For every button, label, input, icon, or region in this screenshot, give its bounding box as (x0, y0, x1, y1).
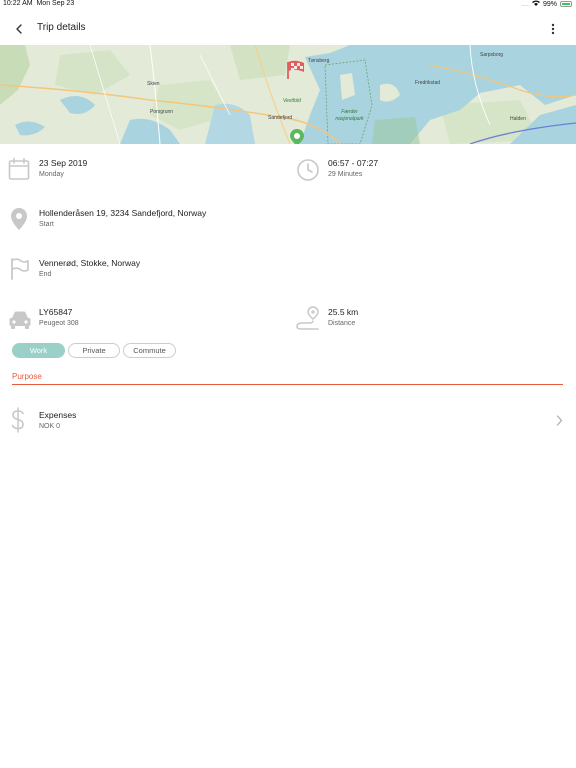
expenses-row[interactable]: Expenses NOK 0 (0, 400, 576, 440)
dollar-icon (10, 407, 26, 433)
map-pin-icon (290, 129, 304, 144)
end-label: End (39, 271, 52, 278)
car-icon (8, 310, 32, 330)
more-options-button[interactable] (548, 20, 558, 38)
purpose-underline (12, 384, 563, 385)
vehicle-model: Peugeot 308 (39, 320, 79, 327)
end-flag-marker[interactable] (285, 60, 307, 80)
more-vertical-icon (551, 23, 555, 35)
chevron-right-icon (556, 415, 563, 426)
location-pin-icon (10, 207, 28, 231)
trip-time-range: 06:57 - 07:27 (328, 158, 379, 168)
map-label-national-park: Færder nasjonalpark (335, 109, 364, 122)
battery-percent: 99% (542, 0, 557, 8)
map-label-sarpsborg: Sarpsborg (480, 52, 504, 58)
vehicle-plate: LY65847 (39, 307, 73, 317)
clock-icon (296, 158, 320, 182)
status-time: 10:22 AM Mon Sep 23 (3, 0, 75, 7)
map-label-vestfold: Vestfold (283, 98, 301, 104)
trip-map[interactable]: Skien Porsgrunn Tønsberg Vestfold Sandef… (0, 45, 576, 144)
back-button[interactable] (10, 20, 28, 38)
status-bar: 10:22 AM Mon Sep 23 .... 99% (0, 0, 576, 9)
map-label-porsgrunn: Porsgrunn (150, 109, 174, 115)
app-bar: Trip details (0, 12, 576, 44)
map-label-fredrikstad: Fredrikstad (415, 80, 441, 86)
trip-date: 23 Sep 2019 (39, 158, 88, 168)
expenses-amount: NOK 0 (39, 423, 61, 430)
map-label-halden: Halden (510, 116, 526, 122)
start-address: Hollenderåsen 19, 3234 Sandefjord, Norwa… (39, 208, 207, 218)
expenses-title: Expenses (39, 410, 77, 420)
category-chip-commute[interactable]: Commute (123, 343, 176, 358)
battery-icon (560, 1, 572, 7)
category-chip-private[interactable]: Private (68, 343, 120, 358)
trip-distance: 25.5 km (328, 307, 359, 317)
wifi-icon (531, 0, 540, 8)
route-icon (294, 305, 322, 331)
flag-icon (10, 258, 30, 280)
category-chip-work[interactable]: Work (12, 343, 65, 358)
purpose-field[interactable]: Purpose (12, 372, 42, 381)
checkered-flag-icon (287, 60, 304, 79)
start-pin-marker[interactable] (289, 128, 305, 144)
chevron-left-icon (16, 24, 22, 34)
map-label-tonsberg: Tønsberg (308, 58, 330, 64)
end-address: Vennerød, Stokke, Norway (39, 258, 141, 268)
map-label-sandefjord: Sandefjord (268, 115, 293, 121)
distance-label: Distance (328, 320, 356, 327)
page-title: Trip details (37, 22, 86, 33)
signal-indicator: .... (521, 0, 529, 8)
calendar-icon (8, 157, 30, 181)
trip-weekday: Monday (39, 171, 64, 178)
status-indicators: .... 99% (521, 0, 572, 8)
trip-duration: 29 Minutes (328, 171, 363, 178)
map-label-skien: Skien (147, 81, 160, 87)
start-label: Start (39, 221, 54, 228)
